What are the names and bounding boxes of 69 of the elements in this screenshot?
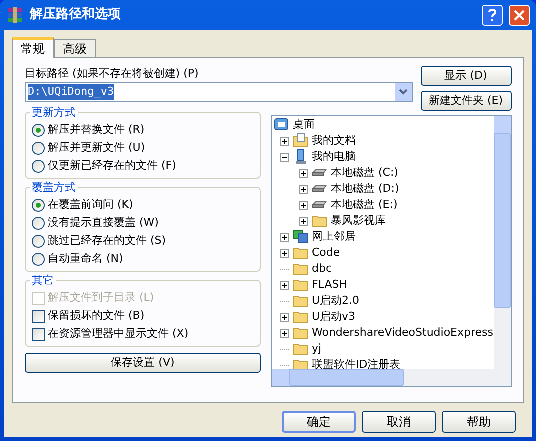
option-label: 仅更新已经存在的文件 (F): [48, 158, 176, 174]
tree-item[interactable]: WondershareVideoStudioExpress: [312, 326, 494, 340]
expand-icon[interactable]: [299, 184, 308, 194]
network-icon: [293, 229, 309, 245]
tree-item[interactable]: 本地磁盘 (C:): [331, 166, 398, 180]
tree-item[interactable]: 桌面: [293, 118, 315, 132]
tree-item[interactable]: 本地磁盘 (E:): [331, 198, 398, 212]
option-label: 在覆盖前询问 (K): [48, 196, 134, 213]
tree-item[interactable]: Code: [312, 246, 340, 260]
tree-item[interactable]: yj: [312, 342, 322, 356]
tree-item[interactable]: FLASH: [312, 278, 348, 292]
close-button[interactable]: [509, 4, 530, 26]
computer-icon: [293, 149, 309, 165]
help-button[interactable]: [482, 4, 503, 26]
button[interactable]: 显示 (D): [420, 66, 512, 86]
chevron-icon: [399, 89, 408, 95]
expand-icon[interactable]: [280, 136, 289, 146]
radio-button[interactable]: [32, 142, 45, 154]
button[interactable]: 帮助: [442, 411, 516, 433]
close-icon: [514, 10, 525, 20]
tree-item[interactable]: 我的文档: [312, 134, 356, 148]
question-mark-icon: [488, 8, 497, 22]
collapse-icon[interactable]: [280, 152, 289, 162]
save-settings-button[interactable]: 保存设置 (V): [25, 353, 261, 373]
button[interactable]: 取消: [362, 411, 436, 433]
option-label: 在资源管理器中显示文件 (X): [48, 326, 189, 342]
option-label: 解压文件到子目录 (L): [48, 290, 154, 306]
option-label: 自动重命名 (N): [48, 250, 124, 267]
expand-icon[interactable]: [299, 168, 308, 178]
tab[interactable]: 常规: [12, 37, 54, 58]
dropdown-button[interactable]: [395, 83, 412, 101]
expand-icon[interactable]: [280, 328, 289, 338]
button[interactable]: 确定: [282, 411, 356, 433]
horizontal-scrollbar[interactable]: [272, 369, 511, 386]
checkbox[interactable]: [32, 310, 45, 322]
tree-item[interactable]: 我的电脑: [312, 150, 356, 164]
expand-icon[interactable]: [280, 248, 289, 258]
field-label: 目标路径 (如果不存在将被创建) (P): [25, 66, 200, 82]
option-label: 跳过已经存在的文件 (S): [48, 232, 166, 249]
option-label: 没有提示直接覆盖 (W): [48, 214, 159, 231]
tree-item[interactable]: 网上邻居: [312, 230, 356, 244]
vertical-scrollbar[interactable]: [494, 116, 511, 369]
path-value: D:\UQiDong_v3: [28, 84, 114, 100]
radio-button[interactable]: [32, 124, 45, 136]
archive-icon: [6, 6, 24, 24]
tree-item[interactable]: U启动v3: [312, 310, 356, 324]
radio-button[interactable]: [32, 252, 45, 266]
expand-icon[interactable]: [299, 200, 308, 210]
tree-item[interactable]: U启动2.0: [312, 294, 360, 308]
expand-icon[interactable]: [280, 312, 289, 322]
expand-icon[interactable]: [280, 232, 289, 242]
option-label: 解压并更新文件 (U): [48, 140, 146, 156]
radio-button[interactable]: [32, 198, 45, 212]
radio-button[interactable]: [32, 216, 45, 230]
option-label: 保留损坏的文件 (B): [48, 308, 145, 324]
tree-item[interactable]: 暴风影视库: [331, 214, 386, 228]
checkbox[interactable]: [32, 328, 45, 340]
button[interactable]: 新建文件夹 (E): [420, 91, 512, 111]
documents-folder-icon: [293, 133, 309, 149]
radio-button[interactable]: [32, 160, 45, 172]
tree-item[interactable]: 本地磁盘 (D:): [331, 182, 400, 196]
tab[interactable]: 高级: [54, 39, 96, 57]
tree-item[interactable]: dbc: [312, 262, 332, 276]
expand-icon[interactable]: [299, 216, 308, 226]
option-label: 解压并替换文件 (R): [48, 122, 145, 138]
path-field[interactable]: D:\UQiDong_v3: [25, 82, 413, 102]
window-title: 解压路径和选项: [30, 6, 122, 24]
expand-icon[interactable]: [280, 280, 289, 290]
radio-button[interactable]: [32, 234, 45, 248]
